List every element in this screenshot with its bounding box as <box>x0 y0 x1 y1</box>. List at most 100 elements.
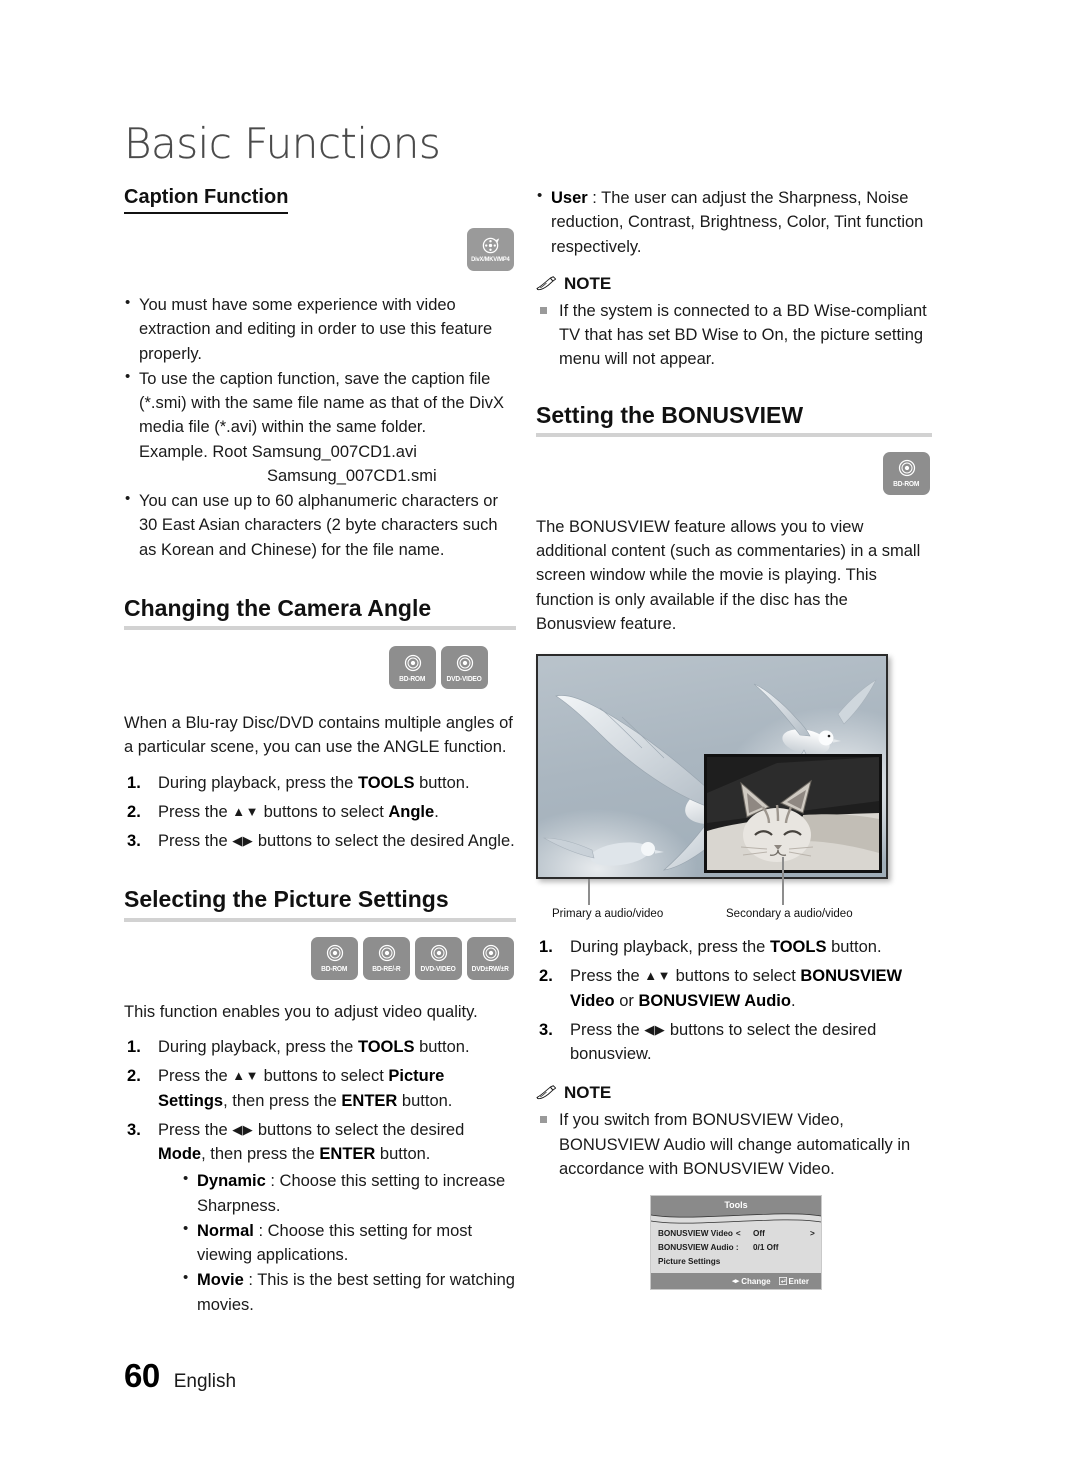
step-item: Press the ▲▼ buttons to select Angle. <box>124 800 516 825</box>
step-text-post: button. <box>414 1038 470 1057</box>
osd-row[interactable]: BONUSVIEW Audio : 0/1 Off <box>658 1240 814 1254</box>
caption-function-bullets: You must have some experience with video… <box>124 292 516 562</box>
bonusview-intro: The BONUSVIEW feature allows you to view… <box>536 517 921 633</box>
step-text-mid2: , then press the <box>223 1091 342 1110</box>
step-bold: Mode <box>158 1145 202 1164</box>
divx-badge-row: DivX/MKV/MP4 <box>124 228 514 271</box>
disc-badge-label: DVD-VIDEO <box>420 964 457 974</box>
disc-badge-label: DVD-VIDEO <box>446 673 483 683</box>
disc-icon <box>898 460 915 477</box>
updown-arrows-icon: ▲▼ <box>232 803 260 819</box>
step-text-post: . <box>434 802 439 821</box>
picture-settings-heading: Selecting the Picture Settings <box>124 886 516 922</box>
step-bold: Angle <box>388 802 435 821</box>
pencil-icon <box>536 276 557 290</box>
step-text: Press the <box>158 832 233 851</box>
disc-icon <box>404 654 421 671</box>
osd-title: Tools <box>651 1196 821 1214</box>
step-text: Press the <box>158 802 233 821</box>
note-label: NOTE <box>564 273 612 293</box>
step-bold: TOOLS <box>769 938 827 957</box>
left-column: Caption Function DivX/MKV/MP4 • You must… <box>124 186 516 1322</box>
osd-change-label: Change <box>741 1276 771 1286</box>
divx-badge: DivX/MKV/MP4 <box>467 228 514 271</box>
osd-row[interactable]: Picture Settings <box>658 1254 814 1268</box>
step-bold: TOOLS <box>357 773 415 792</box>
disc-badge-label: BD-ROM <box>399 673 426 683</box>
osd-body: BONUSVIEW Video < Off > BONUSVIEW Audio :… <box>651 1224 821 1274</box>
right-column: User : The user can adjust the Sharpness… <box>536 185 932 1291</box>
primary-video-image <box>536 654 888 880</box>
camera-angle-intro: When a Blu-ray Disc/DVD contains multipl… <box>124 714 513 757</box>
step-text-mid2: or <box>614 991 639 1010</box>
page-language: English <box>173 1371 237 1392</box>
disc-icon <box>430 945 447 962</box>
camera-angle-steps: During playback, press the TOOLS button.… <box>124 771 516 854</box>
bonusview-badge-row: BD-ROM <box>536 451 930 495</box>
step-item: Press the ◀▶ buttons to select the desir… <box>124 829 516 854</box>
disc-icon <box>482 945 499 962</box>
step-text-post: button. <box>375 1145 431 1164</box>
picture-mode-list: Dynamic : Choose this setting to increas… <box>158 1168 516 1317</box>
secondary-video-inset <box>704 754 882 874</box>
primary-leader-line <box>588 879 590 906</box>
divx-badge-label: DivX/MKV/MP4 <box>471 256 510 263</box>
disc-badge-dvd-video: DVD-VIDEO <box>415 936 462 980</box>
note-label: NOTE <box>564 1083 612 1103</box>
disc-badge-label: BD-ROM <box>893 479 920 489</box>
osd-row-value: 0/1 Off <box>753 1242 779 1252</box>
step-text-post: button. <box>397 1091 453 1110</box>
mode-desc: : This is the best setting for watching … <box>197 1271 515 1314</box>
step-bold-2: ENTER <box>319 1145 376 1164</box>
leftright-arrows-icon: ◀▶ <box>232 833 254 849</box>
figure-captions: Primary a audio/video Secondary a audio/… <box>536 857 888 929</box>
secondary-leader-line <box>782 857 784 906</box>
primary-caption-label: Primary a audio/video <box>552 908 664 921</box>
step-text: During playback, press the <box>158 1038 358 1057</box>
step-bold-2: BONUSVIEW Audio <box>638 991 791 1010</box>
list-item: To use the caption function, save the ca… <box>124 366 516 488</box>
picture-settings-intro: This function enables you to adjust vide… <box>124 1002 478 1021</box>
osd-row-label: BONUSVIEW Audio : <box>658 1242 739 1252</box>
disc-badge-bd-rom: BD-ROM <box>311 936 358 980</box>
disc-icon <box>456 654 473 671</box>
osd-row-value: Off <box>753 1228 765 1238</box>
step-text: During playback, press the <box>158 773 358 792</box>
disc-icon <box>378 945 395 962</box>
step-item: Press the ◀▶ buttons to select the desir… <box>124 1118 516 1317</box>
osd-row-label: Picture Settings <box>658 1256 721 1266</box>
osd-footer: ◂▸ Change Enter <box>651 1273 821 1290</box>
disc-badge-label: DVD±RW/±R <box>471 964 510 974</box>
list-item: User : The user can adjust the Sharpness… <box>536 185 932 259</box>
note-heading: NOTE <box>536 274 932 294</box>
step-item: Press the ▲▼ buttons to select Picture S… <box>124 1064 516 1113</box>
step-text-post: button. <box>826 938 882 957</box>
step-text-post: . <box>790 991 796 1010</box>
disc-badge-dvd-rw-r: DVD±RW/±R <box>467 936 514 980</box>
step-text: Press the <box>570 967 645 986</box>
updown-arrows-icon: ▲▼ <box>644 968 672 984</box>
leftright-arrows-icon: ◂▸ <box>732 1278 740 1286</box>
mode-desc: : The user can adjust the Sharpness, Noi… <box>551 189 924 256</box>
disc-badge-bd-rom: BD-ROM <box>389 646 436 690</box>
manual-page: Basic Functions Caption Function DivX/MK… <box>0 0 1080 1479</box>
section-caption-function: Caption Function DivX/MKV/MP4 • You must… <box>124 186 516 562</box>
osd-right-arrow-icon[interactable]: > <box>810 1229 815 1238</box>
osd-enter-label: Enter <box>788 1276 809 1286</box>
section-picture-settings: Selecting the Picture Settings BD-ROM BD… <box>124 886 516 1316</box>
picture-settings-steps: During playback, press the TOOLS button.… <box>124 1035 516 1317</box>
note-item: If the system is connected to a BD Wise-… <box>536 299 932 372</box>
step-text-post: button. <box>414 773 470 792</box>
osd-row[interactable]: BONUSVIEW Video < Off > <box>658 1226 815 1240</box>
disc-badge-dvd-video: DVD-VIDEO <box>441 646 488 690</box>
section-camera-angle: Changing the Camera Angle BD-ROM DVD-VID… <box>124 595 516 854</box>
osd-wave-divider <box>651 1213 821 1225</box>
osd-left-arrow-icon[interactable]: < <box>736 1229 741 1238</box>
step-text-mid: buttons to select the desired Angle. <box>253 832 515 851</box>
example-line-2: Samsung_007CD1.smi <box>267 466 437 485</box>
mode-name: User <box>551 189 588 207</box>
step-text: Press the <box>158 1120 233 1139</box>
example-line-1: Example. Root Samsung_007CD1.avi <box>139 442 417 461</box>
cat-illustration <box>707 757 879 871</box>
step-text-mid2: , then press the <box>201 1145 320 1164</box>
